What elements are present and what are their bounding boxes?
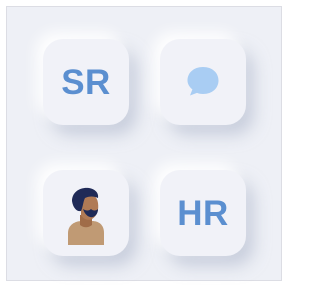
hr-label: HR [177, 193, 229, 233]
chat-tile-button[interactable] [160, 39, 246, 125]
person-avatar-icon [68, 187, 104, 245]
chat-bubble-icon [187, 67, 219, 96]
hr-tile-button[interactable]: HR [160, 170, 246, 256]
app-grid-panel: SR HR [6, 6, 282, 281]
sr-label: SR [61, 62, 111, 102]
profile-tile-button[interactable] [43, 170, 129, 256]
sr-tile-button[interactable]: SR [43, 39, 129, 125]
